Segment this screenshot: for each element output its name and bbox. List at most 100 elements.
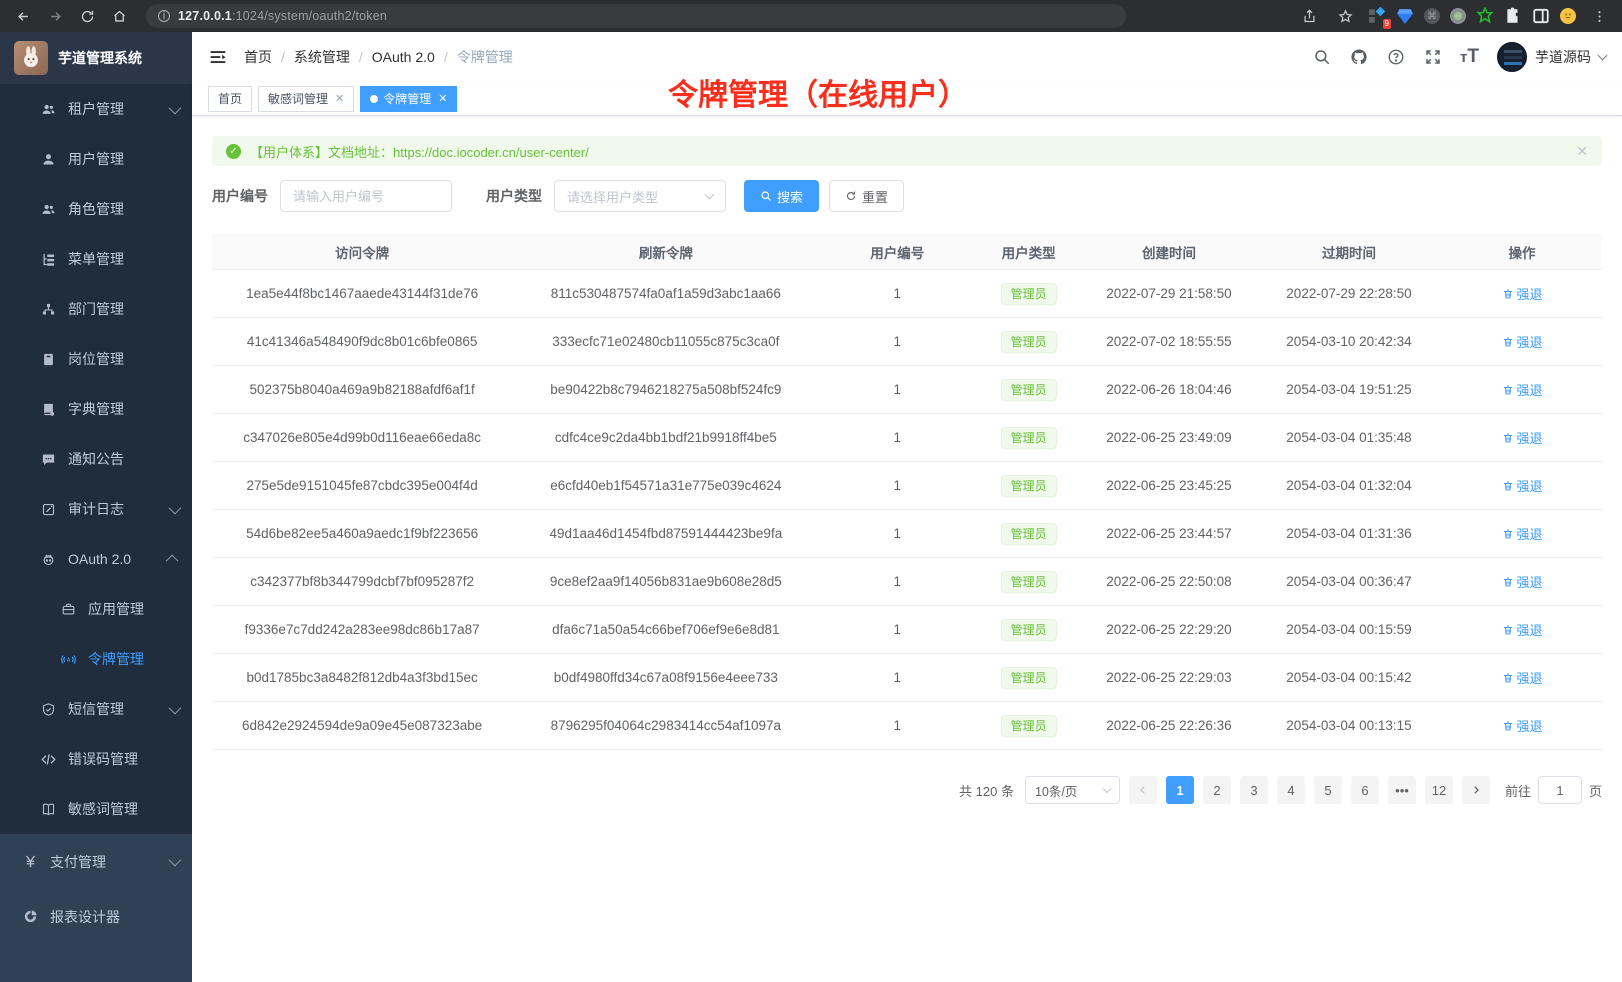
yen-icon bbox=[22, 854, 38, 870]
sidebar-item-notice[interactable]: 通知公告 bbox=[0, 434, 192, 484]
user-type-badge: 管理员 bbox=[1001, 667, 1057, 689]
sidebar-item-tenant[interactable]: 租户管理 bbox=[0, 84, 192, 134]
force-logout-button[interactable]: 强退 bbox=[1502, 428, 1543, 447]
sidebar-item-dict[interactable]: 字典管理 bbox=[0, 384, 192, 434]
breadcrumb-item[interactable]: OAuth 2.0 bbox=[372, 49, 435, 65]
extensions-puzzle-icon[interactable] bbox=[1504, 7, 1522, 25]
tag-首页[interactable]: 首页 bbox=[208, 86, 252, 112]
tag-close-icon[interactable]: ✕ bbox=[438, 92, 447, 105]
next-page-button[interactable] bbox=[1462, 776, 1490, 804]
sidebar-item-oauth2[interactable]: OAuth 2.0 bbox=[0, 534, 192, 584]
sidebar-item-label: 短信管理 bbox=[68, 699, 124, 719]
force-logout-button[interactable]: 强退 bbox=[1502, 380, 1543, 399]
reset-button[interactable]: 重置 bbox=[829, 180, 904, 212]
refresh-token-cell: 811c530487574fa0af1a59d3abc1aa66 bbox=[512, 286, 819, 301]
url-bar[interactable]: i 127.0.0.1:1024/system/oauth2/token bbox=[146, 4, 1126, 28]
refresh-token-cell: e6cfd40eb1f54571a31e775e039c4624 bbox=[512, 478, 819, 493]
force-logout-button[interactable]: 强退 bbox=[1502, 668, 1543, 687]
menu-tree-icon bbox=[40, 251, 56, 267]
fullscreen-icon[interactable] bbox=[1423, 48, 1442, 67]
sidebar: 芋道管理系统 租户管理用户管理角色管理菜单管理部门管理岗位管理字典管理通知公告审… bbox=[0, 32, 192, 982]
breadcrumb-item[interactable]: 首页 bbox=[244, 47, 272, 67]
expire-time-cell: 2054-03-04 01:35:48 bbox=[1256, 430, 1442, 445]
user-avatar bbox=[1497, 42, 1527, 72]
share-icon[interactable] bbox=[1296, 3, 1322, 29]
force-logout-button[interactable]: 强退 bbox=[1502, 524, 1543, 543]
doc-link[interactable]: https://doc.iocoder.cn/user-center/ bbox=[393, 145, 589, 160]
force-logout-button[interactable]: 强退 bbox=[1502, 284, 1543, 303]
command-extension-icon[interactable]: ⌘ bbox=[1424, 8, 1440, 24]
sidebar-item-audit-log[interactable]: 审计日志 bbox=[0, 484, 192, 534]
browser-menu-icon[interactable] bbox=[1586, 3, 1612, 29]
record-extension-icon[interactable] bbox=[1450, 8, 1466, 24]
actions-cell: 强退 bbox=[1442, 572, 1602, 591]
reload-icon[interactable] bbox=[74, 3, 100, 29]
side-panel-icon[interactable] bbox=[1532, 7, 1550, 25]
pixel-extension-icon[interactable]: 9 bbox=[1368, 7, 1386, 25]
home-icon[interactable] bbox=[106, 3, 132, 29]
page-button-12[interactable]: 12 bbox=[1425, 776, 1453, 804]
user-type-cell: 管理员 bbox=[975, 379, 1082, 401]
chevron-down-icon bbox=[1103, 784, 1111, 792]
user-type-cell: 管理员 bbox=[975, 619, 1082, 641]
breadcrumb-separator: / bbox=[444, 49, 448, 65]
sidebar-item-sensitive[interactable]: 敏感词管理 bbox=[0, 784, 192, 834]
actions-cell: 强退 bbox=[1442, 284, 1602, 303]
actions-cell: 强退 bbox=[1442, 476, 1602, 495]
bookmark-star-icon[interactable] bbox=[1332, 3, 1358, 29]
sidebar-item-user[interactable]: 用户管理 bbox=[0, 134, 192, 184]
sidebar-item-role[interactable]: 角色管理 bbox=[0, 184, 192, 234]
force-logout-button[interactable]: 强退 bbox=[1502, 476, 1543, 495]
tag-敏感词管理[interactable]: 敏感词管理✕ bbox=[258, 86, 354, 112]
forward-icon[interactable] bbox=[42, 3, 68, 29]
site-info-icon[interactable]: i bbox=[158, 10, 170, 22]
force-logout-button[interactable]: 强退 bbox=[1502, 620, 1543, 639]
page-button-5[interactable]: 5 bbox=[1314, 776, 1342, 804]
help-icon[interactable] bbox=[1386, 48, 1405, 67]
page-button-4[interactable]: 4 bbox=[1277, 776, 1305, 804]
font-size-icon[interactable]: тT bbox=[1460, 48, 1479, 67]
page-button-6[interactable]: 6 bbox=[1351, 776, 1379, 804]
profile-avatar-icon[interactable] bbox=[1560, 8, 1576, 24]
github-icon[interactable] bbox=[1349, 48, 1368, 67]
user-type-cell: 管理员 bbox=[975, 331, 1082, 353]
search-button[interactable]: 搜索 bbox=[744, 180, 819, 212]
back-icon[interactable] bbox=[10, 3, 36, 29]
tag-close-icon[interactable]: ✕ bbox=[335, 92, 344, 105]
page-button-3[interactable]: 3 bbox=[1240, 776, 1268, 804]
sidebar-item-menu[interactable]: 菜单管理 bbox=[0, 234, 192, 284]
goto-page-input[interactable] bbox=[1538, 776, 1582, 804]
sidebar-item-post[interactable]: 岗位管理 bbox=[0, 334, 192, 384]
sidebar-item-dept[interactable]: 部门管理 bbox=[0, 284, 192, 334]
chevron-down-icon bbox=[169, 854, 182, 867]
success-check-icon: ✓ bbox=[226, 144, 241, 159]
force-logout-button[interactable]: 强退 bbox=[1502, 332, 1543, 351]
alert-close-icon[interactable]: ✕ bbox=[1576, 143, 1588, 160]
user-id-input[interactable] bbox=[280, 180, 452, 212]
sidebar-collapse-icon[interactable] bbox=[208, 47, 228, 67]
sidebar-item-oauth2-token[interactable]: A令牌管理 bbox=[0, 634, 192, 684]
page-size-select[interactable]: 10条/页 bbox=[1025, 776, 1120, 804]
prev-page-button[interactable] bbox=[1129, 776, 1157, 804]
page-button-1[interactable]: 1 bbox=[1166, 776, 1194, 804]
user-type-select[interactable]: 请选择用户类型 bbox=[554, 180, 726, 212]
page-button-2[interactable]: 2 bbox=[1203, 776, 1231, 804]
more-pages-button[interactable]: ••• bbox=[1388, 776, 1416, 804]
sidebar-item-report[interactable]: 报表设计器 bbox=[0, 889, 192, 944]
sidebar-item-oauth2-app[interactable]: 应用管理 bbox=[0, 584, 192, 634]
sidebar-item-error-code[interactable]: 错误码管理 bbox=[0, 734, 192, 784]
search-icon[interactable] bbox=[1312, 48, 1331, 67]
tag-令牌管理[interactable]: 令牌管理✕ bbox=[360, 86, 457, 112]
breadcrumb-item[interactable]: 系统管理 bbox=[294, 47, 350, 67]
gem-extension-icon[interactable] bbox=[1396, 7, 1414, 25]
green-star-extension-icon[interactable] bbox=[1476, 7, 1494, 25]
create-time-cell: 2022-06-25 23:45:25 bbox=[1082, 478, 1256, 493]
app-logo[interactable]: 芋道管理系统 bbox=[0, 32, 192, 84]
force-logout-button[interactable]: 强退 bbox=[1502, 572, 1543, 591]
user-menu[interactable]: 芋道源码 bbox=[1497, 42, 1606, 72]
force-logout-button[interactable]: 强退 bbox=[1502, 716, 1543, 735]
sidebar-item-sms[interactable]: 短信管理 bbox=[0, 684, 192, 734]
table-row: 502375b8040a469a9b82188afdf6af1fbe90422b… bbox=[212, 366, 1602, 414]
sidebar-item-pay[interactable]: 支付管理 bbox=[0, 834, 192, 889]
total-count: 共 120 条 bbox=[959, 781, 1014, 800]
